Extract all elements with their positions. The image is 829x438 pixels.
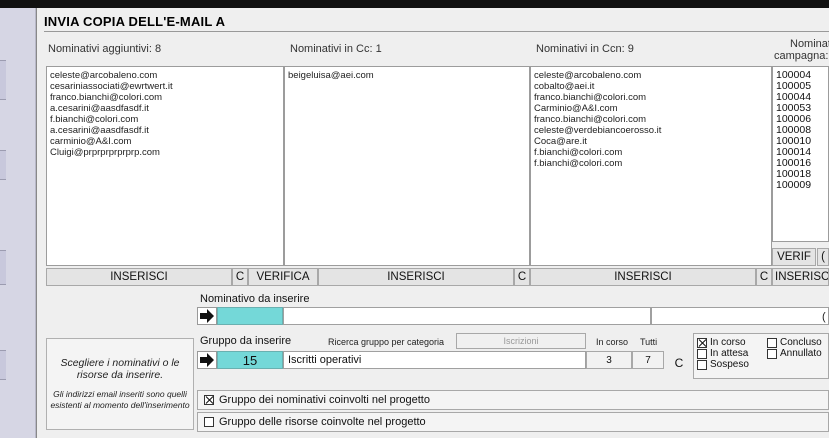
gruppo-name-field[interactable]: Iscritti operativi [283,351,586,369]
arrow-right-icon [200,309,214,323]
gruppo-c-button[interactable]: C [670,355,688,373]
help-main-text: Scegliere i nominativi o le risorse da i… [60,357,180,381]
tutti-header: Tutti [640,337,658,347]
checkbox-annullato[interactable] [767,349,777,359]
in-corso-count: 3 [586,351,632,369]
nominativo-label: Nominativo da inserire [200,293,310,305]
gruppo-go-button[interactable] [197,351,217,369]
inserisci-button-ccn[interactable]: INSERISCI [530,268,756,286]
filter-label: Concluso [780,337,822,348]
option-gruppo-nominativi[interactable]: Gruppo dei nominativi coinvolti nel prog… [197,390,829,410]
window-top-frame [0,0,829,8]
filter-label: In corso [710,337,746,348]
left-strip-tab[interactable] [0,150,6,180]
list-item[interactable]: a.cesarini@aasdfasdf.it [50,125,280,136]
checkbox-gruppo-risorse[interactable] [204,417,214,427]
clear-button-ccn[interactable]: C [756,268,772,286]
list-item[interactable]: 100009 [776,180,825,191]
inserisci-button-cc[interactable]: INSERISCI [318,268,514,286]
checkbox-in-corso[interactable] [697,338,707,348]
list-item[interactable]: franco.bianchi@colori.com [534,92,768,103]
list-item[interactable]: celeste@arcobaleno.com [50,70,280,81]
header-cc: Nominativi in Cc: 1 [290,43,382,55]
list-ccn[interactable]: celeste@arcobaleno.com cobalto@aei.it fran… [530,66,772,266]
filter-annullato[interactable]: Annullato [767,348,829,360]
inserisci-button-aggiuntivi[interactable]: INSERISCI [46,268,232,286]
checkbox-gruppo-nominativi[interactable] [204,395,214,405]
inserisci-button-campagna[interactable]: INSERISC [772,268,829,286]
clear-button-cc[interactable]: C [514,268,530,286]
list-item[interactable]: a.cesarini@aasdfasdf.it [50,103,280,114]
list-campagna[interactable]: 100004 100005 100044 100053 100006 100008 1000… [772,66,829,242]
list-item[interactable]: Coca@are.it [534,136,768,147]
list-cc[interactable]: beigeluisa@aei.com [284,66,530,266]
left-strip-tab[interactable] [0,250,6,285]
arrow-right-icon [200,353,214,367]
filter-label: Annullato [780,348,822,359]
nominativo-c-button[interactable]: ( [822,311,826,323]
header-campagna-line2: campagna: 1 [774,50,829,62]
header-aggiuntivi: Nominativi aggiuntivi: 8 [48,43,162,55]
nominativo-go-button[interactable] [197,307,217,325]
tutti-count: 7 [632,351,664,369]
header-campagna-line1: Nominati [790,38,829,50]
header-ccn: Nominativi in Ccn: 9 [536,43,634,55]
list-item[interactable]: cesariniassociati@ewrtwert.it [50,81,280,92]
left-strip-tab[interactable] [0,60,6,100]
help-note-text: Gli indirizzi email inseriti sono quelli… [50,389,190,410]
clear-button-aggiuntivi[interactable]: C [232,268,248,286]
checkbox-sospeso[interactable] [697,360,707,370]
title-divider [44,31,829,32]
help-box: Scegliere i nominativi o le risorse da i… [46,338,194,430]
left-strip-tab[interactable] [0,350,6,380]
option-label: Gruppo dei nominativi coinvolti nel prog… [219,394,430,406]
list-item[interactable]: beigeluisa@aei.com [288,70,526,81]
list-aggiuntivi[interactable]: celeste@arcobaleno.com cesariniassociati@… [46,66,284,266]
list-item[interactable]: f.bianchi@colori.com [50,114,280,125]
gruppo-label: Gruppo da inserire [200,335,292,347]
list-item[interactable]: Carminio@A&I.com [534,103,768,114]
filter-label: Sospeso [710,359,749,370]
verif-button[interactable]: VERIF [772,248,816,266]
in-corso-header: In corso [596,337,629,347]
checkbox-in-attesa[interactable] [697,349,707,359]
option-label: Gruppo delle risorse coinvolte nel proge… [219,416,426,428]
filter-label: In attesa [710,348,749,359]
option-gruppo-risorse[interactable]: Gruppo delle risorse coinvolte nel proge… [197,412,829,432]
nominativo-input[interactable] [283,307,651,325]
checkbox-concluso[interactable] [767,338,777,348]
ricerca-label: Ricerca gruppo per categoria [328,337,445,347]
list-item[interactable]: franco.bianchi@colori.com [50,92,280,103]
list-item[interactable]: cobalto@aei.it [534,81,768,92]
c-button-cut[interactable]: ( [817,248,829,266]
ricerca-categoria-input[interactable]: Iscrizioni [456,333,586,349]
list-item[interactable]: f.bianchi@colori.com [534,147,768,158]
list-item[interactable]: f.bianchi@colori.com [534,158,768,169]
list-item[interactable]: carminio@A&I.com [50,136,280,147]
list-item[interactable]: franco.bianchi@colori.com [534,114,768,125]
list-item[interactable]: Cluigi@prprprprprprp.com [50,147,280,158]
list-item[interactable]: celeste@arcobaleno.com [534,70,768,81]
gruppo-code-field[interactable]: 15 [217,351,283,369]
page-title: INVIA COPIA DELL'E-MAIL A [44,14,226,29]
nominativo-code-field[interactable] [217,307,283,325]
filter-sospeso[interactable]: Sospeso [697,359,759,371]
verifica-button[interactable]: VERIFICA [248,268,318,286]
nominativo-extra-field[interactable] [651,307,829,325]
list-item[interactable]: celeste@verdebiancoerosso.it [534,125,768,136]
